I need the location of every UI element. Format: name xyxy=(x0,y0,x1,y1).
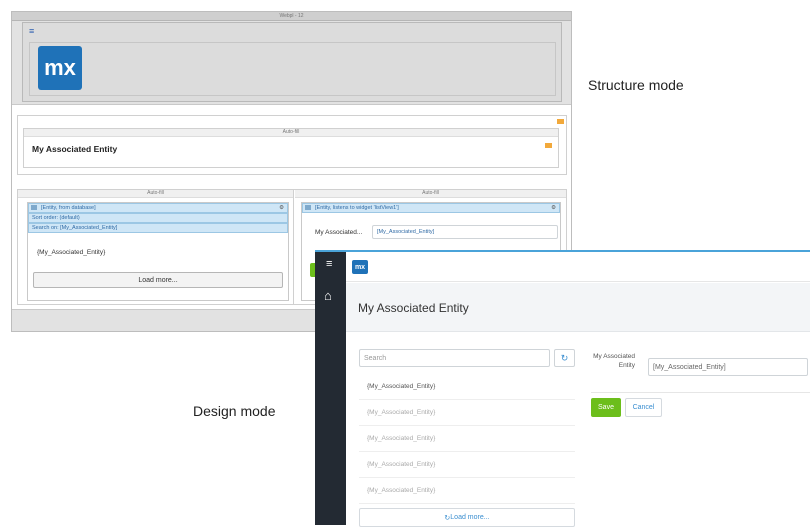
title-layout: Auto-fill My Associated Entity xyxy=(17,115,567,175)
cancel-button[interactable]: Cancel xyxy=(625,398,662,417)
refresh-icon: ↻ xyxy=(560,352,569,363)
design-top-bar: mx xyxy=(346,252,810,282)
design-field-label: My Associated Entity xyxy=(593,353,635,369)
top-header-label: Webpl - 12 xyxy=(279,13,304,19)
design-mode-window: ≡ ⌂ mx My Associated Entity Search ↻ {My… xyxy=(315,250,810,527)
home-icon[interactable]: ⌂ xyxy=(324,288,332,303)
menu-icon[interactable]: ≡ xyxy=(29,26,34,36)
structure-page-title: My Associated Entity xyxy=(32,144,118,154)
structure-load-more-button[interactable]: Load more... xyxy=(33,272,283,288)
title-cell: Auto-fill My Associated Entity xyxy=(23,128,559,168)
list-item[interactable]: {My_Associated_Entity} xyxy=(359,426,575,452)
list-datasource: [Entity, from database] ⚙ xyxy=(28,203,288,213)
load-more-label: Load more... xyxy=(450,514,490,521)
list-settings-icon[interactable]: ⚙ xyxy=(279,204,284,212)
design-mx-logo[interactable]: mx xyxy=(352,260,368,274)
structure-field-label: My Associated... xyxy=(315,229,363,236)
structure-top-header: Webpl - 12 xyxy=(12,12,571,21)
list-search-on: Search on: [My_Associated_Entity] xyxy=(28,223,288,233)
search-input[interactable]: Search xyxy=(359,349,550,367)
refresh-button[interactable]: ↻ xyxy=(554,349,575,367)
design-list-view: {My_Associated_Entity} {My_Associated_En… xyxy=(359,374,575,504)
design-mode-caption: Design mode xyxy=(193,403,276,419)
list-view-icon xyxy=(31,205,37,210)
list-item-template: {My_Associated_Entity} xyxy=(37,249,106,256)
title-handle-icon[interactable] xyxy=(545,143,552,148)
left-column-label: Auto-fill xyxy=(18,190,293,198)
structure-field-input[interactable]: [My_Associated_Entity] xyxy=(372,225,558,239)
list-view-widget[interactable]: [Entity, from database] ⚙ Sort order: (d… xyxy=(27,202,289,301)
structure-mode-caption: Structure mode xyxy=(588,77,684,93)
list-item[interactable]: {My_Associated_Entity} xyxy=(359,400,575,426)
list-item[interactable]: {My_Associated_Entity} xyxy=(359,374,575,400)
data-view-icon xyxy=(305,205,311,210)
list-item[interactable]: {My_Associated_Entity} xyxy=(359,452,575,478)
header-layout-label: Auto-fill xyxy=(24,129,558,137)
list-sort-order: Sort order: (default) xyxy=(28,213,288,223)
save-button[interactable]: Save xyxy=(591,398,621,417)
design-field-input[interactable]: [My_Associated_Entity] xyxy=(648,358,808,376)
design-sidebar: ≡ ⌂ xyxy=(315,252,346,525)
list-item[interactable]: {My_Associated_Entity} xyxy=(359,478,575,504)
right-column-label: Auto-fill xyxy=(295,190,566,198)
layout-handle-icon[interactable] xyxy=(557,119,564,124)
design-load-more-button[interactable]: ↻ Load more... xyxy=(359,508,575,527)
data-view-datasource: [Entity, listens to widget 'listView1'] … xyxy=(302,203,560,213)
search-placeholder: Search xyxy=(364,354,387,362)
design-page-header: My Associated Entity xyxy=(346,283,810,332)
data-view-settings-icon[interactable]: ⚙ xyxy=(551,204,556,212)
mx-logo: mx xyxy=(38,46,82,90)
form-divider xyxy=(591,392,810,393)
logo-container: mx xyxy=(29,42,556,96)
design-page-title: My Associated Entity xyxy=(358,301,469,315)
left-column: Auto-fill [Entity, from database] ⚙ Sort… xyxy=(18,190,294,304)
design-menu-icon[interactable]: ≡ xyxy=(326,258,332,270)
structure-header-area[interactable]: ≡ mx xyxy=(22,22,562,102)
